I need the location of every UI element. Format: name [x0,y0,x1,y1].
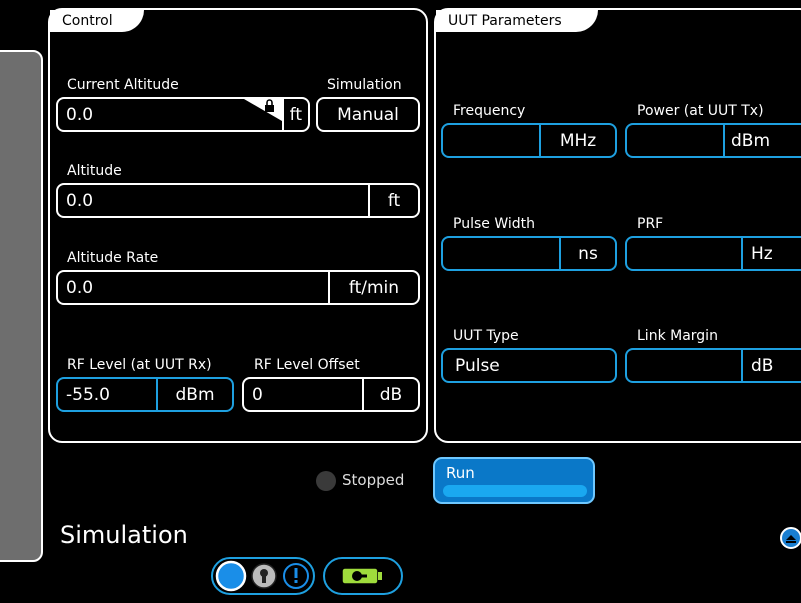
simulation-label: Simulation [327,77,402,93]
status-icon-group[interactable] [211,557,315,595]
rf-level-offset-field[interactable]: 0 dB [242,377,420,412]
battery-icon[interactable] [323,557,403,595]
pulse-width-field[interactable]: ns [441,236,617,271]
current-altitude-value: 0.0 [66,104,94,125]
power-field[interactable]: dBm [625,123,801,158]
run-button-label: Run [446,464,475,482]
rf-level-offset-unit: dB [362,379,418,410]
altitude-unit: ft [368,185,418,216]
pulse-width-unit: ns [559,238,615,269]
side-panel[interactable] [0,50,43,562]
altitude-rate-label: Altitude Rate [67,250,159,266]
altitude-field[interactable]: 0.0 ft [56,183,420,218]
uut-parameters-tab: UUT Parameters [436,10,598,32]
rf-level-label: RF Level (at UUT Rx) [67,357,212,373]
rf-level-field[interactable]: -55.0 dBm [56,377,234,412]
pulse-width-value [443,238,559,269]
rf-level-unit: dBm [156,379,232,410]
link-margin-field[interactable]: dB [625,348,801,383]
frequency-label: Frequency [453,103,526,119]
rf-level-value: -55.0 [66,384,110,405]
current-altitude-unit: ft [281,99,308,130]
altitude-rate-field[interactable]: 0.0 ft/min [56,270,420,305]
prf-field[interactable]: Hz [625,236,801,271]
lock-icon [243,99,282,130]
frequency-field[interactable]: MHz [441,123,617,158]
altitude-rate-value: 0.0 [66,277,94,298]
power-value [627,125,723,156]
scroll-top-icon[interactable] [780,527,801,549]
page-title: Simulation [60,521,188,549]
frequency-unit: MHz [539,125,615,156]
run-progress-bar [443,485,587,497]
prf-value [627,238,741,269]
power-label: Power (at UUT Tx) [637,103,764,119]
current-altitude-field[interactable]: 0.0 ft [56,97,310,132]
simulation-mode-field[interactable]: Manual [316,97,420,132]
control-tab: Control [50,10,144,32]
uut-type-value: Pulse [455,355,500,376]
link-margin-unit: dB [741,350,801,381]
rf-level-offset-label: RF Level Offset [254,357,360,373]
connection-indicator-icon [215,560,247,592]
run-button[interactable]: Run [433,457,595,504]
link-margin-label: Link Margin [637,328,718,344]
simulation-mode-value: Manual [337,104,399,125]
current-altitude-label: Current Altitude [67,77,179,93]
uut-type-label: UUT Type [453,328,519,344]
prf-unit: Hz [741,238,801,269]
altitude-rate-unit: ft/min [328,272,418,303]
prf-label: PRF [637,216,664,232]
rf-level-offset-value: 0 [252,384,263,405]
status-text: Stopped [342,471,405,489]
pulse-width-label: Pulse Width [453,216,535,232]
status-indicator [316,471,336,491]
power-unit: dBm [723,125,801,156]
uut-type-field[interactable]: Pulse [441,348,617,383]
altitude-value: 0.0 [66,190,94,211]
link-margin-value [627,350,741,381]
frequency-value [443,125,539,156]
altitude-label: Altitude [67,163,122,179]
